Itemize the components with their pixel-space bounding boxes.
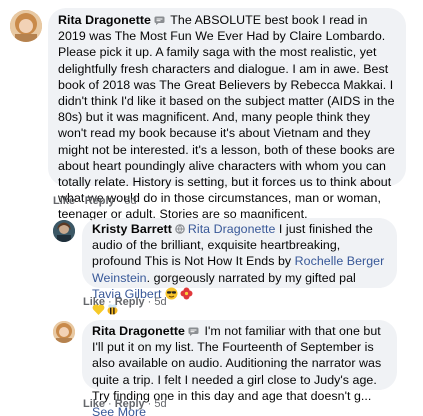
comment-author[interactable]: Rita Dragonette bbox=[58, 13, 151, 27]
like-link[interactable]: Like bbox=[83, 398, 105, 410]
comment-actions: Like · Reply · 5d bbox=[83, 398, 167, 410]
comment-bubble: Rita Dragonette I'm not familiar with th… bbox=[82, 320, 397, 416]
reply-link[interactable]: Reply bbox=[115, 296, 145, 308]
comment-text: The ABSOLUTE best book I read in 2019 wa… bbox=[58, 13, 395, 222]
avatar-kristy-image bbox=[53, 220, 75, 242]
globe-icon bbox=[175, 222, 186, 234]
reply-link[interactable]: Reply bbox=[115, 398, 145, 410]
avatar-rita[interactable] bbox=[10, 10, 42, 42]
messenger-icon bbox=[188, 324, 199, 336]
comment-rita-1: Rita Dragonette The ABSOLUTE best book I… bbox=[10, 8, 406, 221]
sunglasses-emoji-icon bbox=[165, 287, 178, 300]
timestamp[interactable]: 5d bbox=[124, 195, 136, 207]
comment-text-b: . gorgeously narrated by my gifted pal bbox=[146, 270, 356, 285]
timestamp[interactable]: 5d bbox=[154, 398, 166, 410]
like-link[interactable]: Like bbox=[53, 195, 75, 207]
comment-kristy: Kristy Barrett Rita Dragonette I just fin… bbox=[53, 218, 397, 316]
mention-rita[interactable]: Rita Dragonette bbox=[188, 222, 276, 236]
avatar-rita-image bbox=[10, 10, 42, 42]
comment-actions: Like · Reply · 5d bbox=[83, 296, 167, 308]
avatar-rita[interactable] bbox=[53, 321, 75, 343]
comment-bubble: Kristy Barrett Rita Dragonette I just fin… bbox=[82, 218, 397, 316]
comment-bubble: Rita Dragonette The ABSOLUTE best book I… bbox=[48, 8, 406, 221]
flower-emoji-icon bbox=[180, 287, 193, 300]
comment-actions: Like · Reply · 5d bbox=[53, 195, 137, 207]
reply-link[interactable]: Reply bbox=[85, 195, 115, 207]
comment-author[interactable]: Kristy Barrett bbox=[92, 222, 172, 236]
comment-rita-2: Rita Dragonette I'm not familiar with th… bbox=[53, 320, 397, 416]
comment-author[interactable]: Rita Dragonette bbox=[92, 324, 185, 338]
avatar-kristy[interactable] bbox=[53, 220, 75, 242]
messenger-icon bbox=[154, 13, 165, 25]
like-link[interactable]: Like bbox=[83, 296, 105, 308]
timestamp[interactable]: 5d bbox=[154, 296, 166, 308]
avatar-rita-image bbox=[53, 321, 75, 343]
